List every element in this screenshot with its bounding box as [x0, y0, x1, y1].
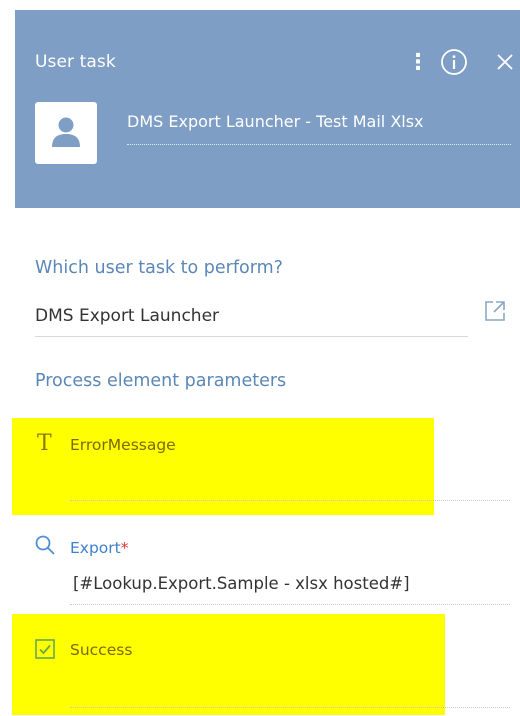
param-export-underline	[70, 604, 510, 605]
param-errormessage-field[interactable]	[70, 500, 510, 501]
checkbox-icon	[35, 639, 55, 659]
header-title: User task	[35, 52, 116, 72]
open-external-icon[interactable]	[483, 299, 507, 323]
element-name-input[interactable]: DMS Export Launcher - Test Mail Xlsx	[127, 112, 509, 131]
param-errormessage-label: ErrorMessage	[70, 436, 176, 454]
user-avatar-icon	[52, 117, 80, 147]
required-mark: *	[120, 539, 129, 557]
user-task-underline	[35, 336, 468, 337]
text-type-icon: T	[37, 431, 52, 454]
avatar[interactable]	[35, 102, 97, 164]
element-name-underline	[127, 144, 511, 145]
param-export-label: Export*	[70, 539, 129, 557]
params-section-label: Process element parameters	[35, 371, 287, 391]
close-icon[interactable]	[491, 48, 519, 76]
user-task-field[interactable]: DMS Export Launcher	[35, 306, 219, 326]
svg-text:T: T	[37, 431, 52, 454]
param-success-field[interactable]	[70, 707, 510, 708]
info-icon[interactable]	[440, 48, 468, 76]
highlight-success	[12, 614, 445, 715]
param-success-label: Success	[70, 641, 133, 659]
lookup-search-icon[interactable]	[34, 534, 56, 556]
user-task-label: Which user task to perform?	[35, 258, 283, 278]
user-task-header: User task ⋮ DMS Export Launcher - Test M…	[15, 10, 520, 208]
more-vertical-icon[interactable]: ⋮	[407, 52, 429, 74]
param-export-value[interactable]: [#Lookup.Export.Sample - xlsx hosted#]	[73, 574, 410, 593]
